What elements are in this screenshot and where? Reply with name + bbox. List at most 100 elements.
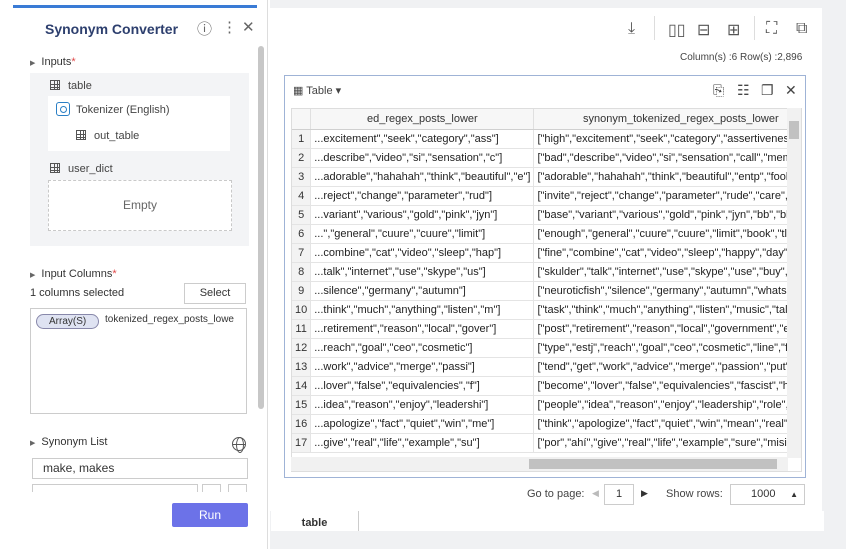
data-grid: ed_regex_posts_lower synonym_tokenized_re… [291, 108, 802, 472]
table-row[interactable]: 7 ["combine","cat","video","sleep","hap..… [292, 243, 801, 263]
table-cell: ["lover","false","equivalencies","f... [310, 376, 535, 396]
table-row[interactable]: 13 ["work","advice","merge","passi... ["te… [292, 357, 801, 377]
globe-icon[interactable] [232, 437, 246, 453]
more-icon[interactable]: ⋮ [222, 18, 237, 36]
table-row[interactable]: 2 ["describe","video","si","sensation","c… [292, 148, 801, 168]
table-row[interactable]: 16 ["apologize","fact","quiet","win","me.… [292, 414, 801, 434]
close-table-icon[interactable]: ✕ [785, 82, 797, 99]
table-cell: ["bad","describe","video","si","sensatio… [533, 148, 801, 168]
table-cell: ["reach","goal","ceo","cosmetic... [310, 338, 535, 358]
scroll-thumb[interactable] [529, 459, 777, 469]
table-cell: ["adorable","hahahah","think","beautiful… [310, 167, 535, 187]
required-mark: * [71, 56, 76, 68]
table-cell: ["skulder","talk","internet","use","skyp… [533, 262, 801, 282]
download-icon[interactable]: ⤓ [628, 20, 635, 38]
row-index: 9 [292, 281, 312, 301]
table-icon [50, 163, 60, 173]
columns-layout-icon[interactable]: ▯▯ [668, 20, 686, 40]
table-row[interactable]: 4 ["reject","change","parameter","rud...[… [292, 186, 801, 206]
required-mark: * [112, 268, 117, 280]
export-icon[interactable]: ⎘ [713, 82, 724, 99]
inputs-section-toggle[interactable]: ▶ Inputs* [30, 56, 76, 68]
table-row[interactable]: 5 ["variant","various","gold","pink","jyn… [292, 205, 801, 225]
table-cell: ["type","estj","reach","goal","ceo","cos… [533, 338, 801, 358]
vertical-scrollbar[interactable] [787, 108, 801, 458]
row-index: 3 [292, 167, 312, 187]
table-icon: ▦ [293, 85, 307, 97]
table-cell: ["adorable","hahahah","think","beautiful… [533, 167, 801, 187]
column-header[interactable] [292, 109, 312, 130]
table-row[interactable]: 3 ["adorable","hahahah","think","beautifu… [292, 167, 801, 187]
tokenizer-node[interactable]: Tokenizer (English) [56, 102, 170, 116]
table-cell: ["base","variant","various","gold","pink… [533, 205, 801, 225]
synonym-list-toggle[interactable]: ▶ Synonym List [30, 436, 107, 448]
row-index: 2 [292, 148, 312, 168]
table-cell: ["think","apologize","fact","quiet","win… [533, 414, 801, 434]
table-row[interactable]: 14 ["lover","false","equivalencies","f...… [292, 376, 801, 396]
row-index: 12 [292, 338, 312, 358]
rows-layout-icon[interactable]: ⊟ [697, 20, 710, 40]
table-row[interactable]: 6 ["general","cuure","cuure","limit","...… [292, 224, 801, 244]
help-icon[interactable]: ⓘ [197, 18, 212, 39]
add-synonym-button[interactable] [202, 484, 221, 492]
table-row[interactable]: 12 ["reach","goal","ceo","cosmetic... ["ty… [292, 338, 801, 358]
columns-selected-text: 1 columns selected [30, 287, 125, 299]
table-icon [50, 80, 60, 90]
table-icon [76, 130, 86, 140]
rows-value: 1000 [751, 488, 776, 500]
row-index: 4 [292, 186, 312, 206]
tab-table[interactable]: table [271, 511, 359, 531]
select-button[interactable]: Select [184, 283, 246, 304]
left-scrollbar[interactable] [258, 46, 264, 409]
out-table-node[interactable]: out_table [76, 130, 139, 142]
schema-icon[interactable]: ☷ [737, 82, 750, 99]
input-columns-toggle[interactable]: ▶ Input Columns* [30, 268, 117, 280]
table-node[interactable]: table [50, 80, 92, 92]
column-header[interactable]: ed_regex_posts_lower [310, 109, 535, 130]
column-name: tokenized_regex_posts_lowe [105, 314, 234, 325]
table-cell: ["excitement","seek","category","ass... [310, 129, 535, 149]
table-row[interactable]: 17 ["give","real","life","example","su...… [292, 433, 801, 453]
row-index: 15 [292, 395, 312, 415]
table-cell: ["high","excitement","seek","category","… [533, 129, 801, 149]
table-row[interactable]: 9 ["silence","germany","autumn... ["neurot… [292, 281, 801, 301]
row-index: 16 [292, 414, 312, 434]
collapse-arrow-icon: ▶ [30, 272, 36, 279]
next-page-icon[interactable]: ▶ [641, 488, 648, 499]
tokenizer-icon [56, 102, 70, 116]
row-index: 14 [292, 376, 312, 396]
row-index: 13 [292, 357, 312, 377]
remove-synonym-button[interactable] [228, 484, 247, 492]
table-cell: ["silence","germany","autumn... [310, 281, 535, 301]
restore-icon[interactable]: ❐ [761, 82, 774, 99]
synonym-input[interactable]: make, makes [32, 458, 248, 479]
rows-select[interactable]: 1000 ▲ [730, 484, 805, 505]
close-icon[interactable]: ✕ [242, 18, 255, 36]
row-index: 11 [292, 319, 312, 339]
tab-strip [359, 511, 824, 531]
table-row[interactable]: 1 ["excitement","seek","category","ass...… [292, 129, 801, 149]
row-index: 17 [292, 433, 312, 453]
empty-drop-zone[interactable]: Empty [48, 180, 232, 231]
horizontal-scrollbar[interactable] [291, 457, 788, 471]
user-dict-node[interactable]: user_dict [50, 163, 113, 175]
dropdown-icon[interactable]: ▾ [336, 85, 342, 97]
open-external-icon[interactable]: ⧉ [796, 20, 807, 38]
fullscreen-icon[interactable]: ⛶ [766, 20, 777, 38]
table-cell: ["talk","internet","use","skype","us... [310, 262, 535, 282]
table-row[interactable]: 15 ["idea","reason","enjoy","leadershi...… [292, 395, 801, 415]
table-panel-title[interactable]: ▦ Table ▾ [293, 84, 341, 97]
synonym-input-2[interactable] [32, 484, 198, 492]
row-index: 10 [292, 300, 312, 320]
prev-page-icon[interactable]: ◀ [592, 488, 599, 499]
column-header[interactable]: synonym_tokenized_regex_posts_lower [533, 109, 801, 130]
table-row[interactable]: 11 ["retirement","reason","local","gover.… [292, 319, 801, 339]
page-input[interactable]: 1 [604, 484, 634, 505]
grid-layout-icon[interactable]: ⊞ [727, 20, 740, 40]
toolbar-divider [654, 16, 655, 40]
run-button[interactable]: Run [172, 503, 248, 527]
scroll-thumb[interactable] [789, 121, 799, 139]
table-row[interactable]: 10 ["think","much","anything","listen","m… [292, 300, 801, 320]
table-row[interactable]: 8 ["talk","internet","use","skype","us...… [292, 262, 801, 282]
table-cell: ["work","advice","merge","passi... [310, 357, 535, 377]
